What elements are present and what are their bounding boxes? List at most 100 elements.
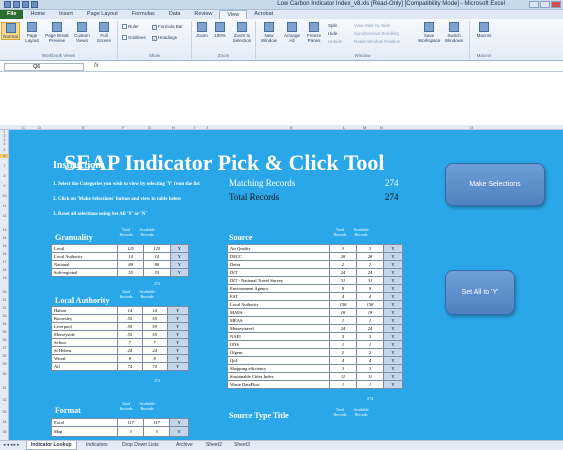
synchronous-scrolling-button[interactable]: Synchronous Scrolling [354,31,399,36]
name-box[interactable]: Q6 [4,63,84,71]
row-header[interactable]: 24 [0,322,9,326]
row-header[interactable]: 10 [0,194,9,198]
cell-select[interactable]: Y [169,418,189,427]
row-header[interactable]: 26 [0,338,9,342]
headings-checkbox[interactable]: ✓ Headings [152,35,177,41]
row-header[interactable]: 14 [0,236,9,240]
row-header[interactable]: 6 [0,154,9,158]
zoom-100-button[interactable]: 100% [212,22,228,38]
cell-select[interactable]: Y [383,380,403,389]
cell-select[interactable]: Y [166,354,189,363]
cell-select[interactable]: Y [383,260,403,269]
row-header[interactable]: 8 [0,174,9,178]
cell-select[interactable]: Y [383,244,403,253]
row-header[interactable]: 22 [0,306,9,310]
row-header[interactable]: 31 [0,386,9,390]
new-window-button[interactable]: New Window [258,22,280,43]
arrange-all-button[interactable]: Arrange All [282,22,302,43]
cell-select[interactable]: Y [166,322,189,331]
row-header[interactable]: 12 [0,214,9,218]
cell-select[interactable]: Y [383,340,403,349]
row-header[interactable]: 35 [0,430,9,434]
cell-select[interactable]: Y [166,346,189,355]
cell-select[interactable]: Y [166,338,189,347]
cell-select[interactable]: Y [166,362,189,371]
row-header[interactable]: 4 [0,142,9,146]
custom-views-button[interactable]: Custom Views [72,22,92,43]
cell-select[interactable]: Y [383,324,403,333]
cell-select[interactable]: Y [383,292,403,301]
tab-home[interactable]: Home [23,10,52,19]
cell-select[interactable]: Y [169,252,190,261]
row-header[interactable]: 34 [0,420,9,424]
redo-icon[interactable] [31,1,38,8]
row-header[interactable]: 25 [0,330,9,334]
cell-select[interactable]: Y [166,306,189,315]
macros-button[interactable]: Macros [473,22,495,38]
tab-formulas[interactable]: Formulas [125,10,162,19]
sheet-tab-archive[interactable]: Archive [172,441,197,450]
row-header[interactable]: 5 [0,148,9,152]
switch-windows-button[interactable]: Switch Windows [442,22,466,43]
cell-select[interactable]: Y [169,260,190,269]
cell-select[interactable]: Y [383,268,403,277]
cell-select[interactable]: Y [169,268,190,277]
row-header[interactable]: 32 [0,398,9,402]
cell-select[interactable]: Y [166,330,189,339]
cell-select[interactable]: Y [383,364,403,373]
set-all-y-button[interactable]: Set All to 'Y' [445,270,515,315]
sheet-tab-sheet2[interactable]: Sheet2 [202,441,226,450]
unhide-button[interactable]: Unhide [328,39,342,44]
row-header[interactable]: 21 [0,298,9,302]
maximize-icon[interactable] [540,1,550,8]
zoom-button[interactable]: Zoom [194,22,210,38]
tab-page-layout[interactable]: Page Layout [80,10,125,19]
tab-data[interactable]: Data [162,10,188,19]
cell-select[interactable]: Y [383,372,403,381]
close-icon[interactable] [551,1,561,8]
cell-select[interactable]: Y [383,308,403,317]
row-header[interactable]: 27 [0,346,9,350]
row-header[interactable]: 19 [0,276,9,280]
fx-icon[interactable]: fx [94,63,99,69]
tab-review[interactable]: Review [187,10,219,19]
sheet-tab-drop-down-lists[interactable]: Drop Down Lists [118,441,163,450]
worksheet[interactable]: SEAP Indicator Pick & Click Tool Instruc… [9,130,563,440]
gridlines-checkbox[interactable]: Gridlines [122,35,146,40]
full-screen-button[interactable]: Full Screen [94,22,114,43]
row-header[interactable]: 17 [0,260,9,264]
row-header[interactable]: 23 [0,314,9,318]
cell-select[interactable]: Y [383,356,403,365]
row-header[interactable]: 20 [0,290,9,294]
row-header[interactable]: 33 [0,410,9,414]
reset-window-position-button[interactable]: Reset Window Position [354,39,400,44]
undo-icon[interactable] [22,1,29,8]
page-layout-view-button[interactable]: Page Layout [22,22,42,43]
sheet-tab-indicators[interactable]: Indicators [82,441,112,450]
tab-acrobat[interactable]: Acrobat [247,10,280,19]
hide-button[interactable]: Hide [328,31,337,36]
tab-insert[interactable]: Insert [52,10,80,19]
sheet-navigation-icon[interactable]: ◂◂◂▸▸ [3,442,21,448]
cell-select[interactable]: Y [383,300,403,309]
sheet-tab-indicator-lookup[interactable]: Indicator Lookup [26,441,77,450]
page-break-preview-button[interactable]: Page Break Preview [44,22,70,43]
cell-select[interactable]: Y [383,284,403,293]
zoom-to-selection-button[interactable]: Zoom to Selection [230,22,254,43]
row-header[interactable]: 15 [0,244,9,248]
cell-select[interactable]: Y [383,332,403,341]
tab-file[interactable]: File [0,10,24,19]
cell-select[interactable]: Y [383,316,403,325]
row-header[interactable]: 9 [0,184,9,188]
save-workspace-button[interactable]: Save Workspace [418,22,440,43]
normal-view-button[interactable]: Normal [1,22,20,40]
row-header[interactable]: 30 [0,372,9,376]
cell-select[interactable]: Y [169,244,190,253]
split-button[interactable]: Split [328,23,337,28]
minimize-icon[interactable] [529,1,539,8]
cell-select[interactable]: Y [383,348,403,357]
row-header[interactable]: 28 [0,354,9,358]
tab-view[interactable]: View [219,10,248,19]
save-icon[interactable] [13,1,20,8]
make-selections-button[interactable]: Make Selections [445,163,545,206]
